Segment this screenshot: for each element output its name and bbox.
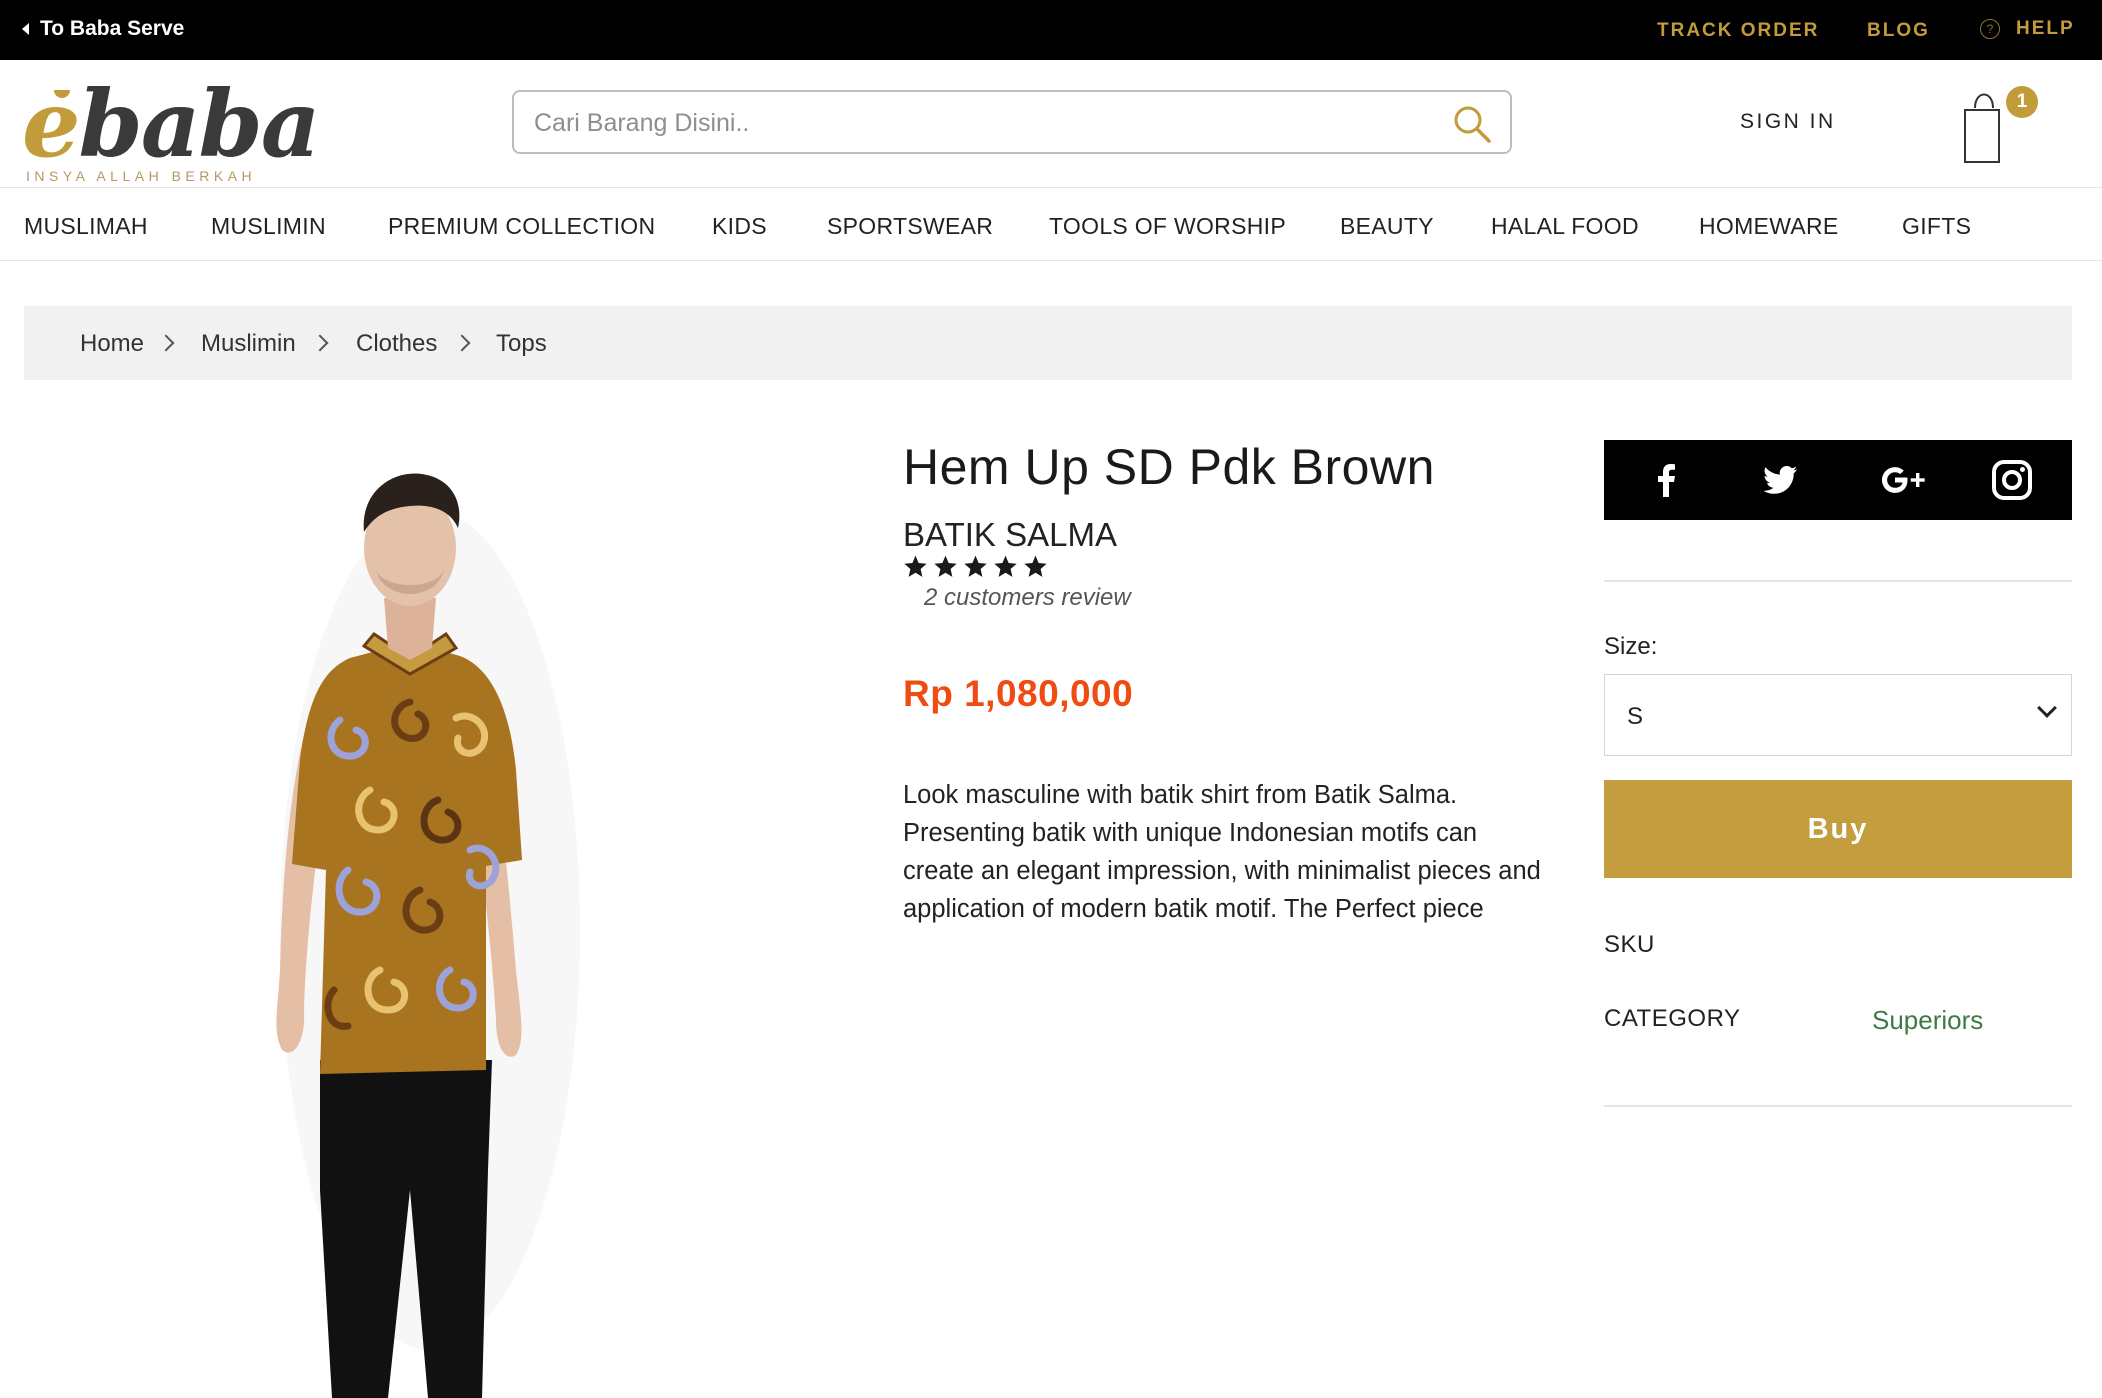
nav-item-halal-food[interactable]: HALAL FOOD (1491, 213, 1639, 240)
buy-button[interactable]: Buy (1604, 780, 2072, 878)
nav-item-muslimah[interactable]: MUSLIMAH (24, 213, 148, 240)
logo-letter-e: e (22, 70, 81, 178)
chevron-right-icon (157, 334, 175, 352)
main-category-nav: MUSLIMAH MUSLIMIN PREMIUM COLLECTION KID… (0, 189, 2102, 261)
google-plus-icon[interactable] (1874, 458, 1934, 502)
cart-count-badge: 1 (2006, 86, 2038, 118)
product-image[interactable] (260, 470, 620, 1398)
chevron-right-icon (311, 334, 329, 352)
help-link-label: HELP (2016, 18, 2075, 39)
nav-item-beauty[interactable]: BEAUTY (1340, 213, 1434, 240)
back-link-label: To Baba Serve (40, 17, 185, 40)
product-description: Look masculine with batik shirt from Bat… (903, 781, 1541, 923)
chevron-down-icon (2037, 698, 2057, 718)
star-icon (904, 555, 927, 577)
search-bar (512, 90, 1512, 154)
question-circle-icon: ? (1980, 19, 2000, 39)
top-bar: To Baba Serve TRACK ORDER BLOG ? HELP (0, 0, 2102, 60)
search-input[interactable] (534, 104, 1414, 142)
star-icon (964, 555, 987, 577)
site-header: ebaba INSYA ALLAH BERKAH SIGN IN 1 (0, 60, 2102, 188)
product-brand[interactable]: BATIK SALMA (903, 516, 1117, 554)
help-link[interactable]: ? HELP (1980, 18, 2075, 40)
caret-left-icon (22, 23, 29, 35)
facebook-icon[interactable] (1644, 458, 1688, 502)
customer-review-link[interactable]: 2 customers review (924, 584, 1131, 612)
breadcrumb-muslimin[interactable]: Muslimin (201, 330, 296, 358)
logo-tagline: INSYA ALLAH BERKAH (26, 168, 257, 184)
nav-item-muslimin[interactable]: MUSLIMIN (211, 213, 326, 240)
nav-item-tools-of-worship[interactable]: TOOLS OF WORSHIP (1049, 213, 1286, 240)
twitter-icon[interactable] (1759, 458, 1803, 502)
logo-wordmark: ebaba (22, 74, 320, 174)
product-title: Hem Up SD Pdk Brown (903, 439, 1435, 495)
rating-stars (903, 554, 1048, 579)
logo-word-baba: baba (78, 70, 321, 178)
breadcrumb-home[interactable]: Home (80, 330, 144, 358)
category-label: CATEGORY (1604, 1005, 1741, 1032)
section-divider (1604, 1105, 2072, 1107)
breadcrumb-clothes[interactable]: Clothes (356, 330, 437, 358)
nav-item-homeware[interactable]: HOMEWARE (1699, 213, 1839, 240)
size-selected-value: S (1627, 703, 1644, 730)
section-divider (1604, 580, 2072, 582)
chevron-right-icon (453, 334, 471, 352)
star-icon (934, 555, 957, 577)
star-icon (1024, 555, 1047, 577)
category-link[interactable]: Superiors (1872, 1005, 1983, 1036)
social-share-bar (1604, 440, 2072, 520)
ebaba-logo[interactable]: ebaba INSYA ALLAH BERKAH (22, 74, 320, 184)
search-icon[interactable] (1452, 104, 1492, 144)
breadcrumb: Home Muslimin Clothes Tops (24, 306, 2072, 380)
size-label: Size: (1604, 633, 1658, 660)
sign-in-link[interactable]: SIGN IN (1740, 110, 1836, 134)
size-select[interactable]: S (1604, 674, 2072, 756)
instagram-icon[interactable] (1990, 458, 2034, 502)
star-icon (994, 555, 1017, 577)
nav-item-kids[interactable]: KIDS (712, 213, 767, 240)
blog-link[interactable]: BLOG (1867, 20, 1930, 42)
breadcrumb-tops: Tops (496, 330, 547, 357)
nav-item-premium-collection[interactable]: PREMIUM COLLECTION (388, 213, 655, 240)
product-price: Rp 1,080,000 (903, 673, 1134, 714)
nav-item-gifts[interactable]: GIFTS (1902, 213, 1971, 240)
sku-label: SKU (1604, 931, 1655, 958)
track-order-link[interactable]: TRACK ORDER (1657, 20, 1819, 42)
nav-item-sportswear[interactable]: SPORTSWEAR (827, 213, 993, 240)
back-to-baba-serve-link[interactable]: To Baba Serve (22, 15, 184, 43)
